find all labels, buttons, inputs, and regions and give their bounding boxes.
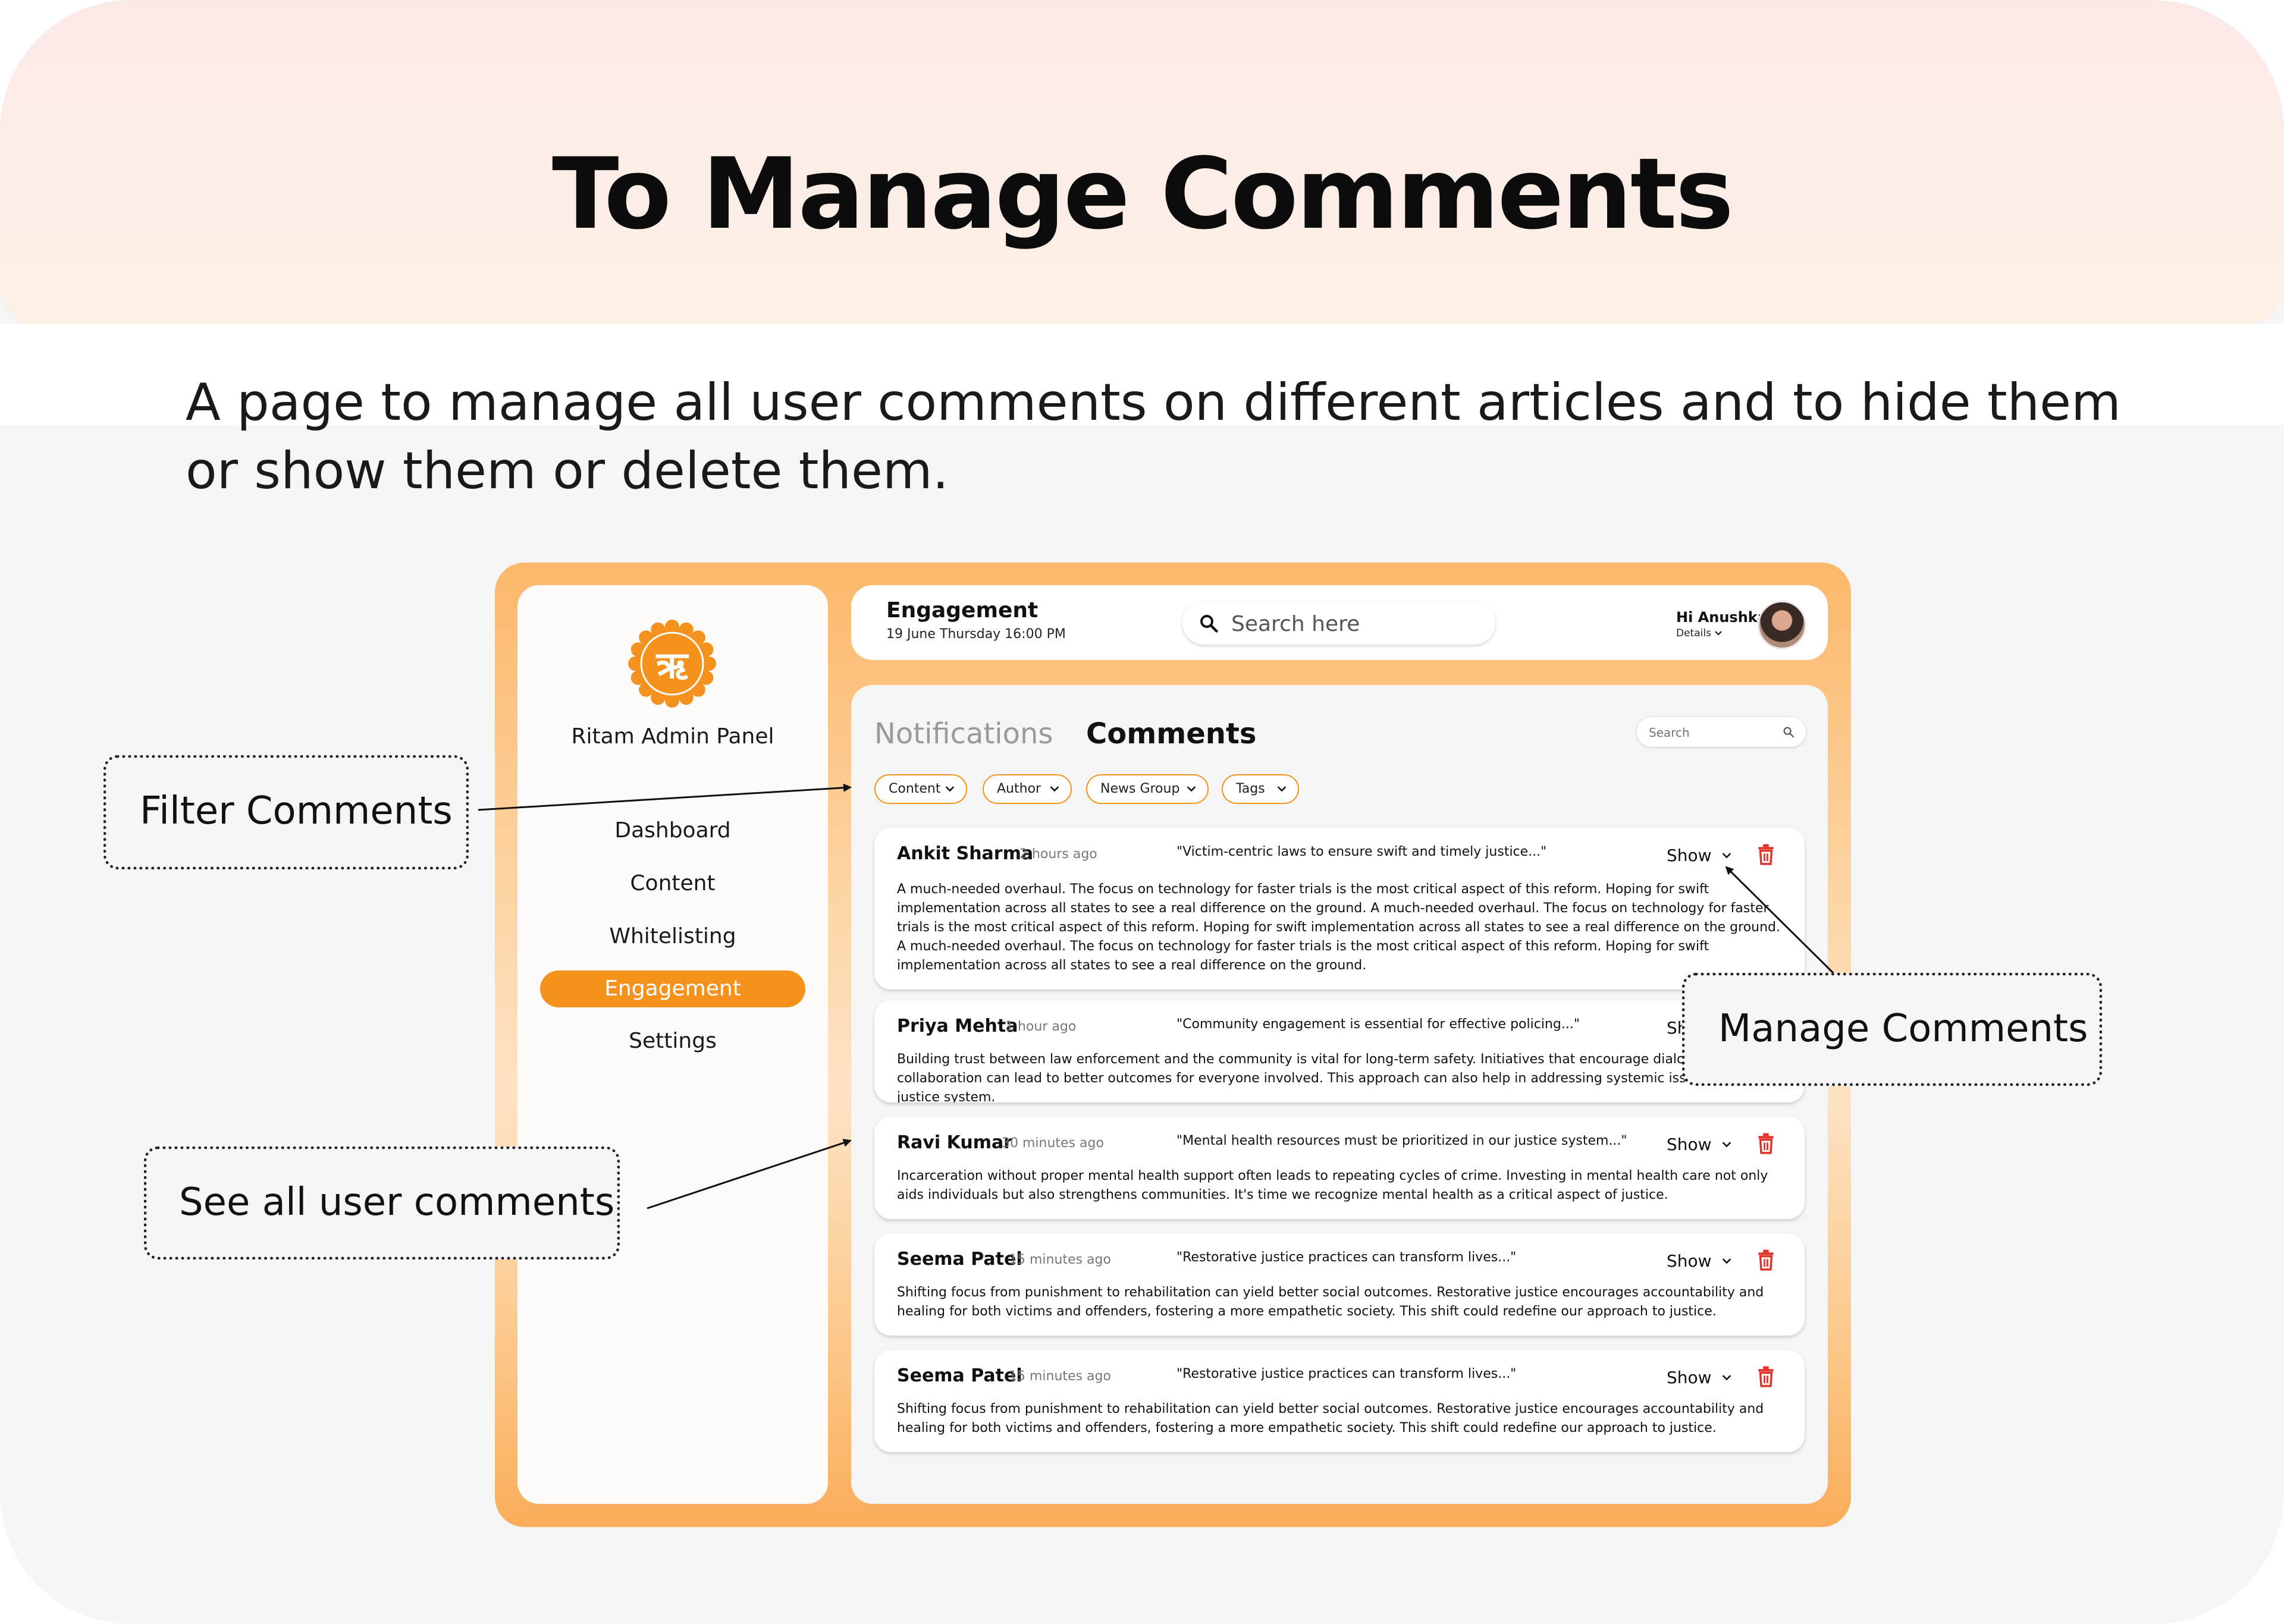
callout-manage-comments: Manage Comments [1682, 973, 2102, 1086]
callout-filter-comments: Filter Comments [103, 755, 469, 869]
manage-arrow [1725, 866, 1834, 974]
filter-arrow [478, 783, 852, 811]
callout-text: See all user comments [179, 1180, 615, 1224]
callout-see-all-comments: See all user comments [144, 1146, 620, 1259]
callout-text: Filter Comments [140, 789, 453, 833]
see-all-arrow [647, 1139, 852, 1210]
callout-text: Manage Comments [1718, 1007, 2088, 1051]
